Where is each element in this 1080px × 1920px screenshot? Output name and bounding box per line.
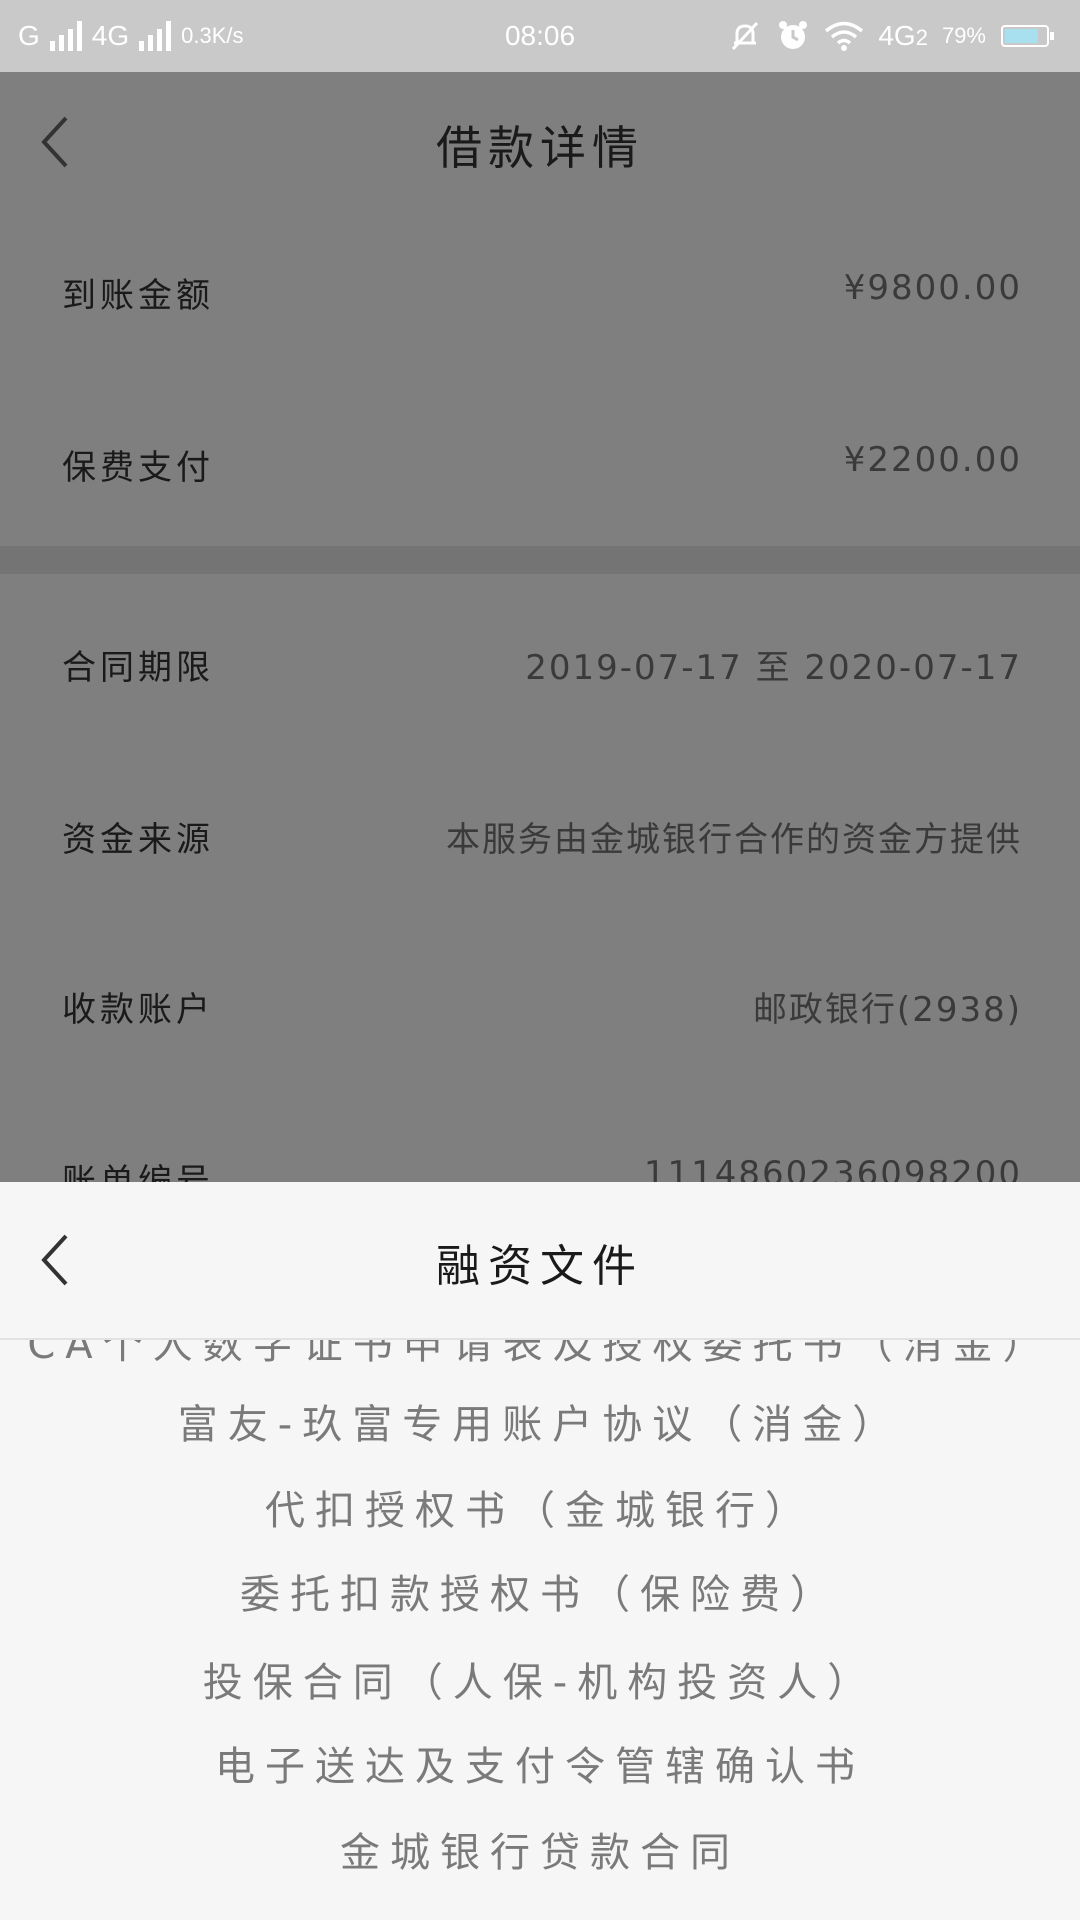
- document-link[interactable]: 委托扣款授权书（保险费）: [0, 1562, 1080, 1620]
- network-sub: 2: [915, 25, 928, 50]
- section-divider: [0, 546, 1080, 574]
- alarm-icon: [779, 21, 808, 49]
- document-link[interactable]: 电子送达及支付令管辖确认书: [0, 1734, 1080, 1792]
- row-value: 邮政银行(2938): [752, 990, 1022, 1030]
- row-label: 资金来源: [62, 820, 214, 860]
- document-list[interactable]: CA个人数字证书申请表及授权委托书（消金） 富友-玖富专用账户协议（消金） 代扣…: [0, 1340, 1080, 1920]
- row-label: 合同期限: [62, 648, 214, 688]
- row-label: 保费支付: [62, 448, 214, 488]
- status-right: 4G2 79%: [728, 0, 1056, 72]
- row-value: ¥9800.00: [843, 268, 1022, 308]
- document-link[interactable]: 富友-玖富专用账户协议（消金）: [0, 1392, 1080, 1450]
- network-type: 4G2: [878, 20, 928, 52]
- document-link[interactable]: 投保合同（人保-机构投资人）: [0, 1650, 1080, 1708]
- sheet-header: 融资文件: [0, 1182, 1080, 1340]
- financing-documents-sheet: 融资文件 CA个人数字证书申请表及授权委托书（消金） 富友-玖富专用账户协议（消…: [0, 1182, 1080, 1920]
- battery-percent: 79%: [941, 23, 986, 48]
- row-label: 到账金额: [62, 276, 214, 316]
- screen: G 4G 0.3K/s 08:06 4G2 79% 借款详情 到账金额 ¥980…: [0, 0, 1080, 1920]
- detail-row-premium: 保费支付 ¥2200.00: [0, 410, 1080, 510]
- document-link[interactable]: 金城银行贷款合同: [0, 1820, 1080, 1878]
- row-value: ¥2200.00: [843, 440, 1022, 480]
- row-label: 收款账户: [62, 990, 214, 1030]
- document-link[interactable]: CA个人数字证书申请表及授权委托书（消金）: [0, 1340, 1080, 1370]
- detail-row-receiving-account: 收款账户 邮政银行(2938): [0, 952, 1080, 1052]
- document-link[interactable]: 代扣授权书（金城银行）: [0, 1478, 1080, 1536]
- page-header: 借款详情: [0, 72, 1080, 212]
- wifi-icon: [825, 21, 864, 51]
- detail-row-contract-period: 合同期限 2019-07-17 至 2020-07-17: [0, 610, 1080, 710]
- row-value: 本服务由金城银行合作的资金方提供: [446, 820, 1022, 860]
- status-bar: G 4G 0.3K/s 08:06 4G2 79%: [0, 0, 1080, 72]
- sheet-title: 融资文件: [436, 1241, 644, 1292]
- battery-icon: [1001, 25, 1054, 47]
- network-label: 4G: [878, 20, 916, 51]
- mute-bell-icon: [732, 21, 759, 51]
- detail-row-received-amount: 到账金额 ¥9800.00: [0, 238, 1080, 338]
- detail-row-fund-source: 资金来源 本服务由金城银行合作的资金方提供: [0, 782, 1080, 882]
- row-value: 2019-07-17 至 2020-07-17: [525, 648, 1022, 688]
- page-title: 借款详情: [436, 121, 644, 175]
